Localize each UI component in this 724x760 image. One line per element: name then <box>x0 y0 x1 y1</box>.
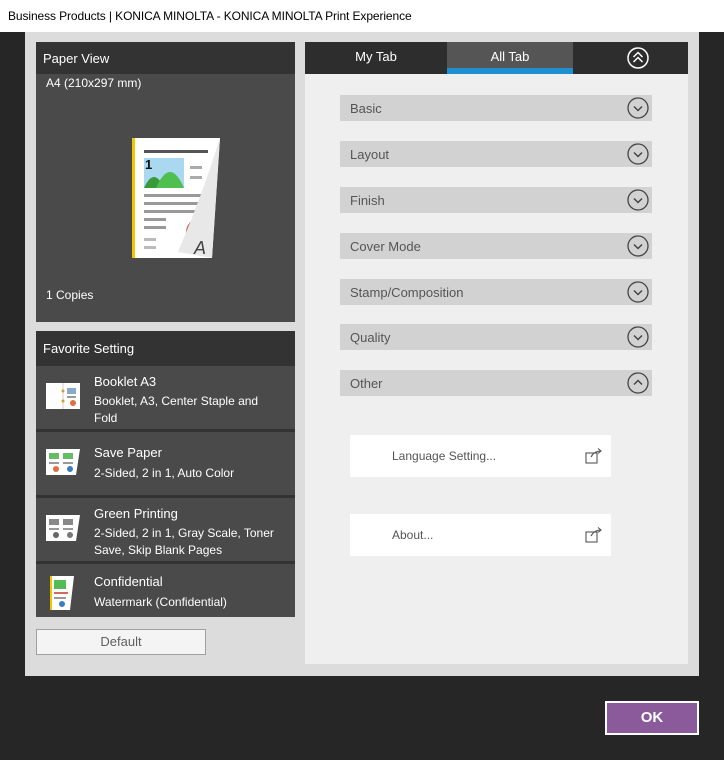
button-label: About... <box>392 528 434 542</box>
collapse-all-icon[interactable] <box>627 47 649 69</box>
chevron-up-icon[interactable] <box>627 372 649 394</box>
section-label: Other <box>350 376 383 391</box>
chevron-down-icon[interactable] <box>627 189 649 211</box>
favorite-name: Confidential <box>94 574 163 589</box>
language-setting-button[interactable]: Language Setting... <box>350 435 611 477</box>
section-quality[interactable]: Quality <box>340 324 652 350</box>
green-printing-icon <box>46 515 80 541</box>
ok-button[interactable]: OK <box>605 701 699 735</box>
copies-label: 1 Copies <box>46 288 94 302</box>
chevron-down-icon[interactable] <box>627 235 649 257</box>
tab-my-tab[interactable]: My Tab <box>305 42 447 74</box>
favorite-item-confidential[interactable]: Confidential Watermark (Confidential) <box>36 561 295 617</box>
paper-view-header: Paper View <box>36 42 295 74</box>
section-cover-mode[interactable]: Cover Mode <box>340 233 652 259</box>
svg-text:A: A <box>193 238 206 258</box>
default-button[interactable]: Default <box>36 629 206 655</box>
favorite-desc: 2-Sided, 2 in 1, Gray Scale, Toner Save,… <box>94 526 274 557</box>
external-open-icon <box>585 448 602 464</box>
active-tab-indicator <box>447 68 573 74</box>
confidential-icon <box>50 576 74 610</box>
booklet-icon <box>46 383 80 409</box>
section-label: Layout <box>350 147 390 162</box>
chevron-down-icon[interactable] <box>627 143 649 165</box>
favorite-name: Booklet A3 <box>94 374 157 389</box>
section-label: Finish <box>350 193 385 208</box>
section-label: Basic <box>350 101 382 116</box>
favorite-desc: 2-Sided, 2 in 1, Auto Color <box>94 466 235 480</box>
save-paper-icon <box>46 449 80 475</box>
favorite-name: Green Printing <box>94 506 178 521</box>
section-label: Cover Mode <box>350 239 421 254</box>
section-label: Quality <box>350 330 391 345</box>
section-finish[interactable]: Finish <box>340 187 652 213</box>
tab-all-tab[interactable]: All Tab <box>447 42 573 74</box>
favorite-name: Save Paper <box>94 445 162 460</box>
tab-bar: My Tab All Tab <box>305 42 688 74</box>
button-label: Language Setting... <box>392 449 497 463</box>
chevron-down-icon[interactable] <box>627 97 649 119</box>
chevron-down-icon[interactable] <box>627 281 649 303</box>
settings-panel: My Tab All Tab Basic Layout Finish Cover… <box>305 42 688 664</box>
favorite-setting-panel: Favorite Setting Booklet A3 Booklet, A3,… <box>36 331 295 617</box>
section-label: Stamp/Composition <box>350 285 464 300</box>
section-stamp-composition[interactable]: Stamp/Composition <box>340 279 652 305</box>
tab-label: All Tab <box>490 49 530 64</box>
section-layout[interactable]: Layout <box>340 141 652 167</box>
favorite-desc: Watermark (Confidential) <box>94 595 227 609</box>
favorite-item-booklet-a3[interactable]: Booklet A3 Booklet, A3, Center Staple an… <box>36 363 295 429</box>
favorite-item-save-paper[interactable]: Save Paper 2-Sided, 2 in 1, Auto Color <box>36 429 295 495</box>
section-other[interactable]: Other <box>340 370 652 396</box>
svg-text:1: 1 <box>145 157 152 172</box>
paper-view-panel: Paper View A4 (210x297 mm) 1 A 1 Copies <box>36 42 295 322</box>
favorite-item-green-printing[interactable]: Green Printing 2-Sided, 2 in 1, Gray Sca… <box>36 495 295 561</box>
external-open-icon <box>585 527 602 543</box>
about-button[interactable]: About... <box>350 514 611 556</box>
window-title: Business Products | KONICA MINOLTA - KON… <box>8 9 412 23</box>
document-preview-icon: 1 A <box>132 138 220 258</box>
favorite-setting-header: Favorite Setting <box>36 331 295 363</box>
favorite-desc: Booklet, A3, Center Staple and Fold <box>94 394 259 425</box>
title-bar: Business Products | KONICA MINOLTA - KON… <box>0 0 724 32</box>
section-basic[interactable]: Basic <box>340 95 652 121</box>
paper-size-label: A4 (210x297 mm) <box>46 76 142 90</box>
chevron-down-icon[interactable] <box>627 326 649 348</box>
